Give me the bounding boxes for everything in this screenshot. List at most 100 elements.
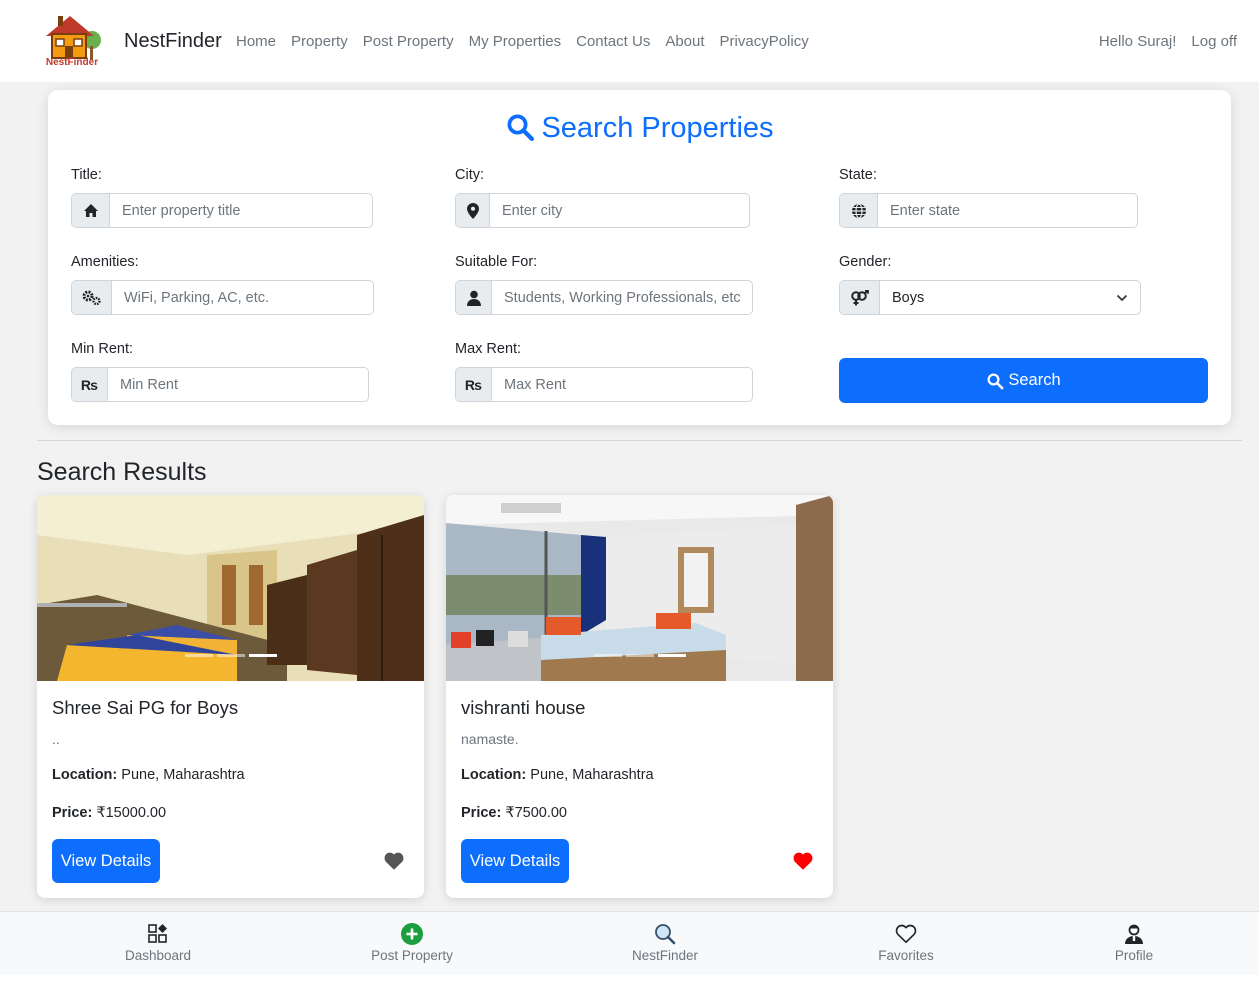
nav-link-contact-us[interactable]: Contact Us	[576, 33, 650, 50]
property-card: Shree Sai PG for Boys .. Location: Pune,…	[37, 495, 424, 898]
gender-select-group: Boys	[839, 280, 1141, 315]
property-description: ..	[52, 731, 60, 747]
city-input[interactable]	[490, 194, 749, 227]
bottom-nav-label: Profile	[1114, 948, 1154, 963]
profile-icon	[1074, 922, 1194, 946]
bottom-nav-nestfinder[interactable]: NestFinder	[605, 922, 725, 963]
nav-link-privacy-policy[interactable]: PrivacyPolicy	[720, 33, 809, 50]
location-value: Pune, Maharashtra	[121, 767, 245, 783]
dashboard-icon	[98, 922, 218, 946]
search-button-label: Search	[1008, 371, 1061, 389]
city-input-group	[455, 193, 750, 228]
view-details-button[interactable]: View Details	[461, 839, 569, 883]
search-panel: Search Properties Title: City: State: Am…	[48, 90, 1231, 425]
bottom-navigation: Dashboard Post Property NestFinder Favor…	[0, 911, 1259, 975]
nav-link-my-properties[interactable]: My Properties	[469, 33, 562, 50]
max-rent-input-group: ₨	[455, 367, 753, 402]
bottom-nav-label: Post Property	[371, 948, 453, 963]
location-label: Location:	[52, 767, 118, 783]
amenities-input[interactable]	[112, 281, 373, 314]
navbar: NestFinder NestFinder Home Property Post…	[0, 0, 1259, 82]
nav-link-property[interactable]: Property	[291, 33, 348, 50]
search-title-text: Search Properties	[541, 112, 774, 144]
suitable-for-label: Suitable For:	[455, 254, 538, 270]
heart-outline-icon	[846, 922, 966, 946]
min-rent-input-group: ₨	[71, 367, 369, 402]
search-icon	[605, 922, 725, 946]
property-title: vishranti house	[461, 697, 586, 718]
section-divider	[37, 440, 1242, 441]
brand-name[interactable]: NestFinder	[124, 30, 222, 53]
favorite-heart-icon[interactable]	[384, 851, 404, 871]
chevron-down-icon	[1116, 294, 1128, 301]
search-title: Search Properties	[48, 112, 1231, 145]
min-rent-label: Min Rent:	[71, 341, 134, 357]
globe-icon	[840, 194, 878, 227]
nav-links: Home Property Post Property My Propertie…	[236, 33, 824, 50]
state-label: State:	[839, 167, 877, 183]
view-details-button[interactable]: View Details	[52, 839, 160, 883]
plus-circle-icon	[352, 922, 472, 946]
property-location: Location: Pune, Maharashtra	[52, 767, 245, 783]
home-icon	[72, 194, 110, 227]
state-input-group	[839, 193, 1138, 228]
suitable-for-input[interactable]	[492, 281, 752, 314]
amenities-input-group	[71, 280, 374, 315]
search-icon	[987, 373, 1004, 389]
property-title: Shree Sai PG for Boys	[52, 697, 239, 718]
cogs-icon	[72, 281, 112, 314]
rupee-icon: ₨	[72, 368, 108, 401]
carousel-indicators[interactable]	[593, 654, 686, 657]
bottom-nav-post-property[interactable]: Post Property	[352, 922, 472, 963]
user-icon	[456, 281, 492, 314]
title-input[interactable]	[110, 194, 372, 227]
nav-user-area: Hello Suraj! Log off	[1099, 33, 1237, 50]
price-label: Price:	[461, 805, 502, 821]
nav-link-home[interactable]: Home	[236, 33, 276, 50]
favorite-heart-icon[interactable]	[793, 851, 813, 871]
rupee-icon: ₨	[456, 368, 492, 401]
title-label: Title:	[71, 167, 102, 183]
min-rent-input[interactable]	[108, 368, 368, 401]
property-price: Price: ₹7500.00	[461, 805, 567, 821]
bottom-nav-profile[interactable]: Profile	[1074, 922, 1194, 963]
nav-link-post-property[interactable]: Post Property	[363, 33, 454, 50]
property-image-carousel[interactable]	[446, 495, 833, 681]
bottom-nav-dashboard[interactable]: Dashboard	[98, 922, 218, 963]
location-value: Pune, Maharashtra	[530, 767, 654, 783]
map-pin-icon	[456, 194, 490, 227]
search-button[interactable]: Search	[839, 358, 1208, 403]
bottom-nav-label: Favorites	[878, 948, 934, 963]
amenities-label: Amenities:	[71, 254, 139, 270]
nav-link-about[interactable]: About	[665, 33, 704, 50]
user-greeting[interactable]: Hello Suraj!	[1099, 33, 1177, 50]
price-value: ₹15000.00	[96, 805, 167, 821]
suitable-for-input-group	[455, 280, 753, 315]
property-location: Location: Pune, Maharashtra	[461, 767, 654, 783]
logo-text: NestFinder	[46, 57, 98, 68]
price-label: Price:	[52, 805, 93, 821]
gender-icon	[840, 281, 880, 314]
nestfinder-logo[interactable]: NestFinder	[40, 12, 104, 68]
title-input-group	[71, 193, 373, 228]
property-description: namaste.	[461, 731, 519, 747]
page-footer-strip	[0, 975, 1259, 988]
gender-select[interactable]: Boys	[880, 281, 1140, 314]
bottom-nav-favorites[interactable]: Favorites	[846, 922, 966, 963]
bottom-nav-label: Dashboard	[124, 948, 192, 963]
search-icon	[507, 114, 535, 141]
state-input[interactable]	[878, 194, 1137, 227]
price-value: ₹7500.00	[505, 805, 567, 821]
location-label: Location:	[461, 767, 527, 783]
max-rent-input[interactable]	[492, 368, 752, 401]
gender-label: Gender:	[839, 254, 892, 270]
gender-select-value: Boys	[892, 289, 925, 306]
property-card: vishranti house namaste. Location: Pune,…	[446, 495, 833, 898]
property-image-carousel[interactable]	[37, 495, 424, 681]
max-rent-label: Max Rent:	[455, 341, 522, 357]
city-label: City:	[455, 167, 484, 183]
bottom-nav-label: NestFinder	[631, 948, 699, 963]
results-heading: Search Results	[37, 458, 207, 486]
carousel-indicators[interactable]	[184, 654, 277, 657]
logout-link[interactable]: Log off	[1191, 33, 1237, 50]
